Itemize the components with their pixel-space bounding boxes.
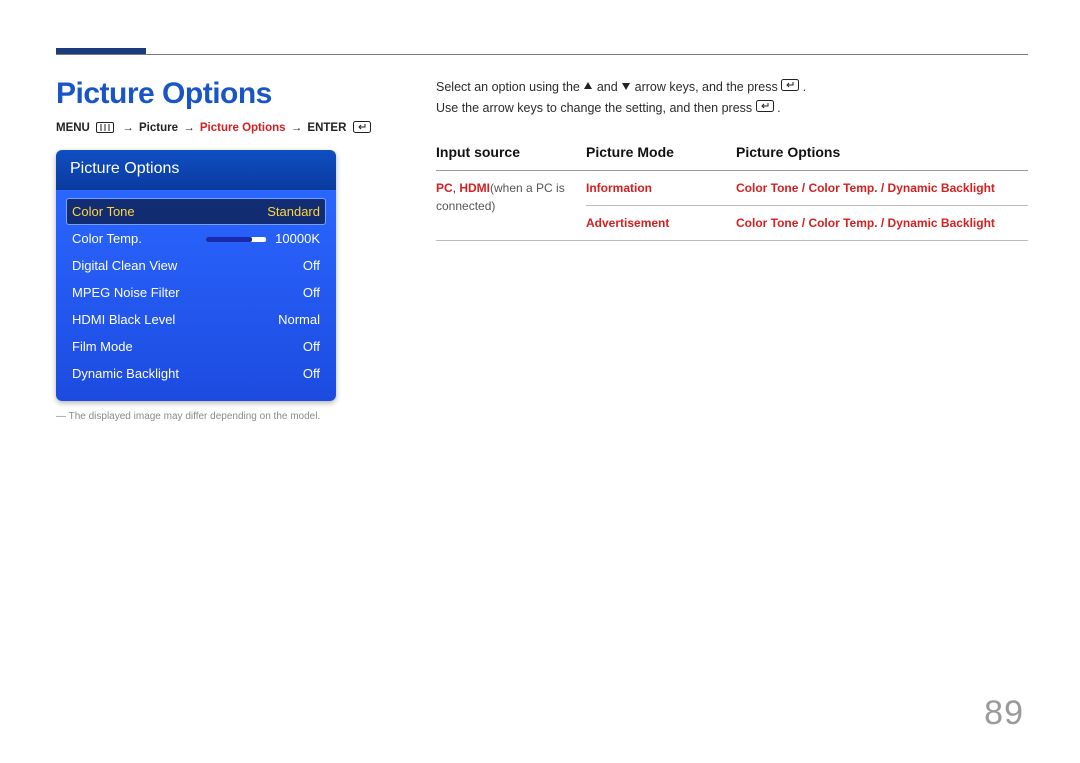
osd-label: Color Temp. [72, 231, 142, 246]
osd-value: Off [303, 285, 320, 300]
osd-value: Off [303, 366, 320, 381]
cell-picture-mode: Advertisement [586, 205, 736, 240]
osd-value: 10000K [275, 231, 320, 246]
crumb-picture: Picture [139, 122, 178, 134]
down-arrow-icon [621, 77, 631, 98]
cell-picture-mode: Information [586, 170, 736, 205]
osd-value: Normal [278, 312, 320, 327]
osd-row-dynamic-backlight[interactable]: Dynamic Backlight Off [66, 360, 326, 387]
page-number: 89 [984, 694, 1024, 733]
table-row: PC, HDMI(when a PC is connected) Informa… [436, 170, 1028, 205]
top-rule [56, 54, 1028, 55]
osd-row-digital-clean-view[interactable]: Digital Clean View Off [66, 252, 326, 279]
breadcrumb: MENU → Picture → Picture Options → ENTER [56, 121, 396, 136]
osd-row-color-tone[interactable]: Color Tone Standard [66, 198, 326, 225]
osd-label: Digital Clean View [72, 258, 177, 273]
osd-value: Standard [267, 204, 320, 219]
osd-label: HDMI Black Level [72, 312, 175, 327]
osd-label: Color Tone [72, 204, 135, 219]
osd-label: Film Mode [72, 339, 133, 354]
osd-label: Dynamic Backlight [72, 366, 179, 381]
osd-row-hdmi-black-level[interactable]: HDMI Black Level Normal [66, 306, 326, 333]
crumb-menu: MENU [56, 122, 90, 134]
th-picture-options: Picture Options [736, 138, 1028, 171]
page-title: Picture Options [56, 77, 396, 111]
instructions: Select an option using the and arrow key… [436, 77, 1028, 120]
osd-row-mpeg-noise-filter[interactable]: MPEG Noise Filter Off [66, 279, 326, 306]
th-picture-mode: Picture Mode [586, 138, 736, 171]
crumb-enter: ENTER [307, 122, 346, 134]
osd-value-wrap: 10000K [206, 231, 320, 246]
osd-value: Off [303, 339, 320, 354]
instruction-line-1: Select an option using the and arrow key… [436, 77, 1028, 98]
options-table: Input source Picture Mode Picture Option… [436, 138, 1028, 241]
cell-picture-options: Color Tone / Color Temp. / Dynamic Backl… [736, 205, 1028, 240]
osd-title: Picture Options [56, 150, 336, 190]
osd-label: MPEG Noise Filter [72, 285, 180, 300]
instruction-line-2: Use the arrow keys to change the setting… [436, 98, 1028, 119]
enter-icon [353, 121, 371, 136]
cell-input-source: PC, HDMI(when a PC is connected) [436, 170, 586, 240]
th-input-source: Input source [436, 138, 586, 171]
up-arrow-icon [583, 77, 593, 98]
osd-value: Off [303, 258, 320, 273]
enter-icon [756, 98, 774, 119]
osd-row-color-temp[interactable]: Color Temp. 10000K [66, 225, 326, 252]
cell-picture-options: Color Tone / Color Temp. / Dynamic Backl… [736, 170, 1028, 205]
enter-icon [781, 77, 799, 98]
menu-icon [96, 122, 114, 136]
table-header-row: Input source Picture Mode Picture Option… [436, 138, 1028, 171]
osd-row-film-mode[interactable]: Film Mode Off [66, 333, 326, 360]
footnote: ― The displayed image may differ dependi… [56, 411, 396, 422]
slider-icon [206, 237, 266, 242]
osd-body: Color Tone Standard Color Temp. 10000K D… [56, 190, 336, 401]
osd-panel: Picture Options Color Tone Standard Colo… [56, 150, 336, 401]
crumb-picture-options: Picture Options [200, 122, 286, 134]
